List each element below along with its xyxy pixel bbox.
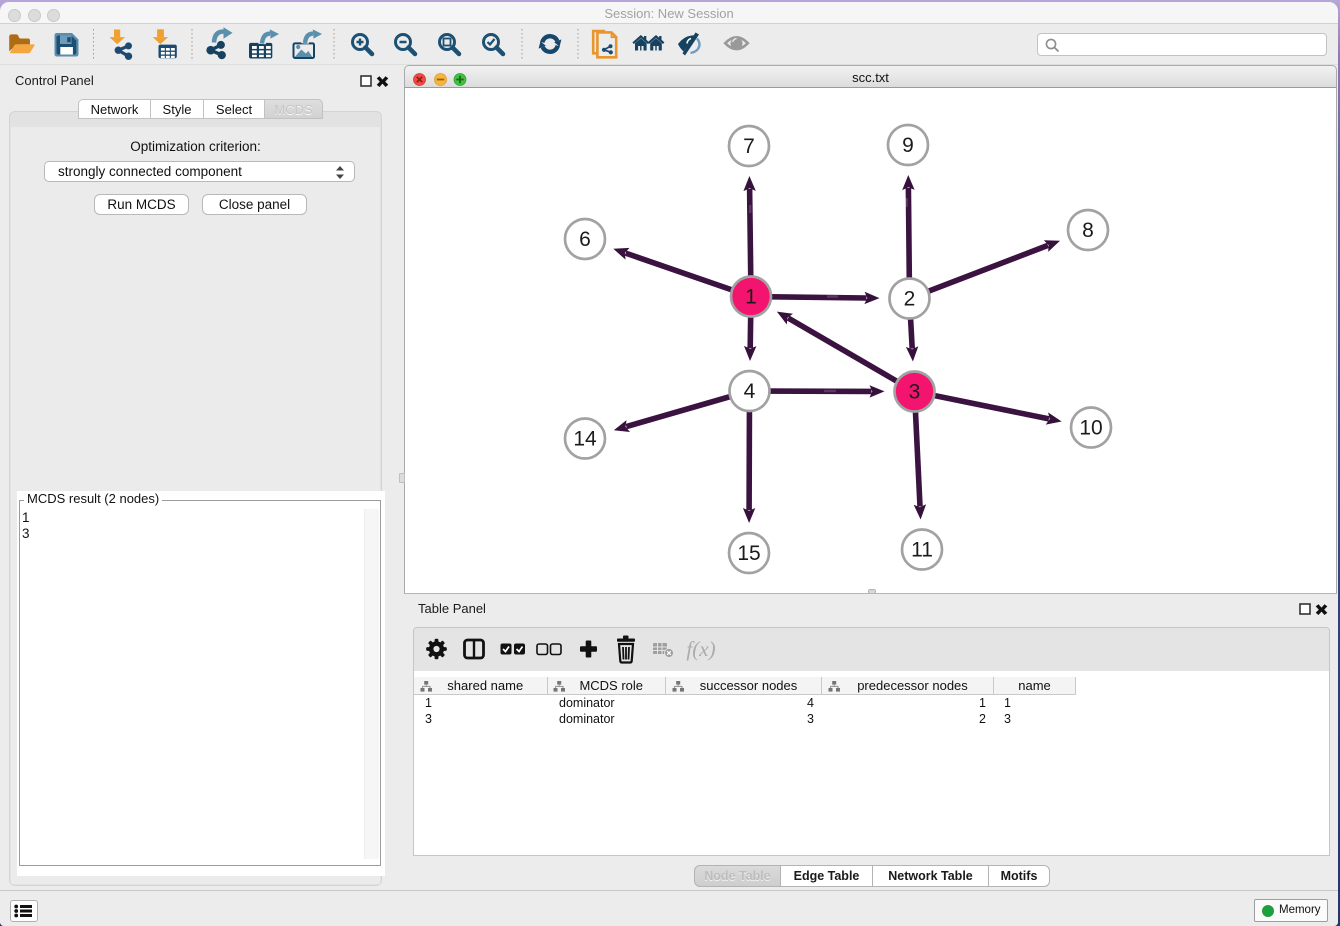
svg-text:8: 8 <box>1082 219 1094 242</box>
svg-text:f(x): f(x) <box>686 637 715 661</box>
svg-text:6: 6 <box>579 228 591 251</box>
svg-text:1: 1 <box>745 286 757 309</box>
svg-text:11: 11 <box>911 539 933 562</box>
svg-text:3: 3 <box>909 381 921 404</box>
svg-text:7: 7 <box>743 135 755 158</box>
svg-text:14: 14 <box>573 428 597 451</box>
svg-text:2: 2 <box>904 288 916 311</box>
svg-text:4: 4 <box>744 380 756 403</box>
svg-text:10: 10 <box>1079 417 1102 440</box>
svg-text:15: 15 <box>737 542 760 565</box>
svg-text:9: 9 <box>902 134 914 157</box>
